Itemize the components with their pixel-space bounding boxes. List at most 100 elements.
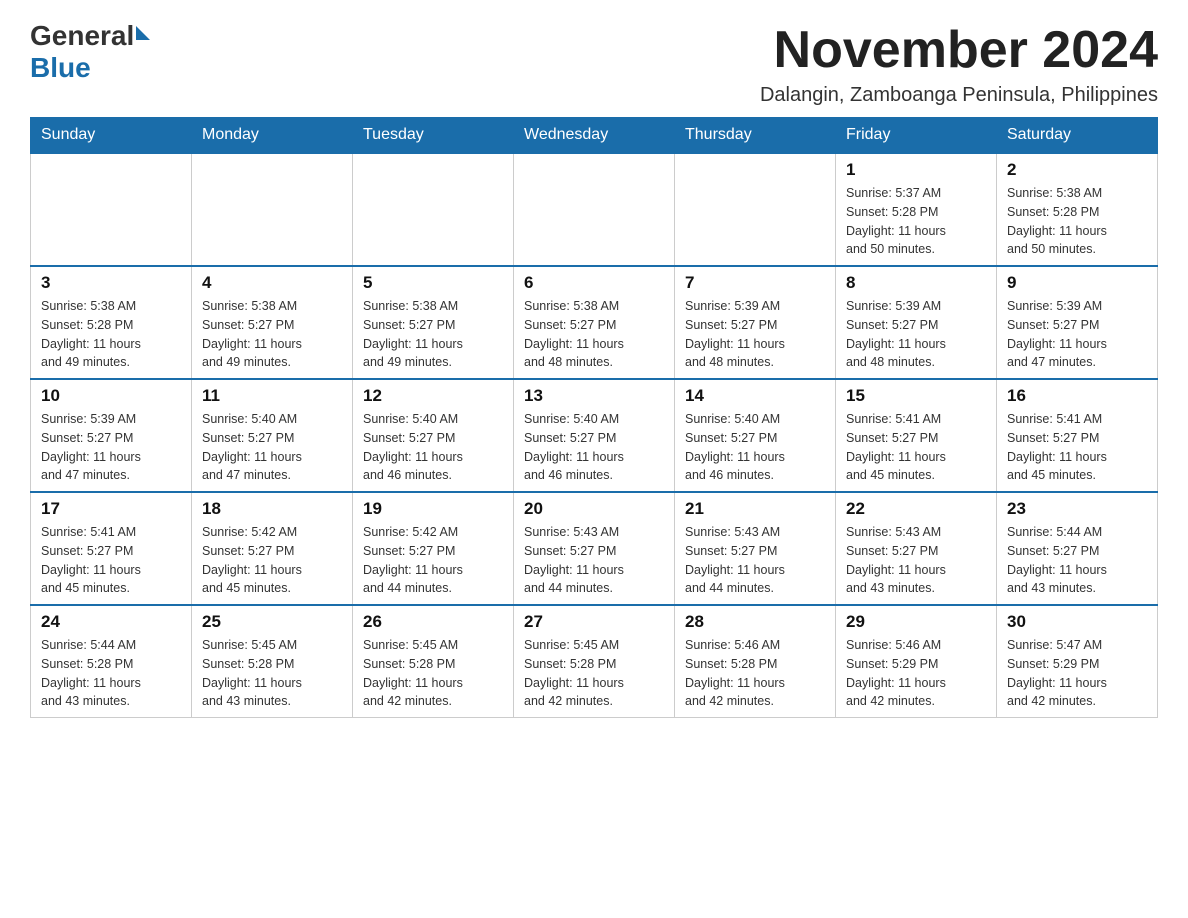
table-row (192, 153, 353, 266)
table-row: 17 Sunrise: 5:41 AMSunset: 5:27 PMDayligh… (31, 492, 192, 605)
day-info: Sunrise: 5:41 AMSunset: 5:27 PMDaylight:… (41, 523, 181, 598)
week-row-5: 24Sunrise: 5:44 AMSunset: 5:28 PMDayligh… (31, 605, 1158, 718)
table-row: 25Sunrise: 5:45 AMSunset: 5:28 PMDayligh… (192, 605, 353, 718)
day-number: 22 (846, 499, 986, 519)
table-row: 21Sunrise: 5:43 AMSunset: 5:27 PMDayligh… (675, 492, 836, 605)
table-row: 12 Sunrise: 5:40 AMSunset: 5:27 PMDayligh… (353, 379, 514, 492)
day-info: Sunrise: 5:41 AMSunset: 5:27 PMDaylight:… (1007, 410, 1147, 485)
table-row: 14Sunrise: 5:40 AMSunset: 5:27 PMDayligh… (675, 379, 836, 492)
day-number: 9 (1007, 273, 1147, 293)
day-info: Sunrise: 5:47 AMSunset: 5:29 PMDaylight:… (1007, 636, 1147, 711)
location-subtitle: Dalangin, Zamboanga Peninsula, Philippin… (760, 84, 1158, 107)
day-info: Sunrise: 5:46 AMSunset: 5:29 PMDaylight:… (846, 636, 986, 711)
week-row-3: 10Sunrise: 5:39 AMSunset: 5:27 PMDayligh… (31, 379, 1158, 492)
day-info: Sunrise: 5:41 AMSunset: 5:27 PMDaylight:… (846, 410, 986, 485)
day-number: 7 (685, 273, 825, 293)
calendar-table: Sunday Monday Tuesday Wednesday Thursday… (30, 117, 1158, 718)
day-number: 17 (41, 499, 181, 519)
day-number: 13 (524, 386, 664, 406)
day-number: 26 (363, 612, 503, 632)
table-row: 4 Sunrise: 5:38 AMSunset: 5:27 PMDaylight… (192, 266, 353, 379)
day-info: Sunrise: 5:46 AMSunset: 5:28 PMDaylight:… (685, 636, 825, 711)
week-row-1: 1Sunrise: 5:37 AMSunset: 5:28 PMDaylight… (31, 153, 1158, 266)
table-row: 8 Sunrise: 5:39 AMSunset: 5:27 PMDaylight… (836, 266, 997, 379)
day-info: Sunrise: 5:43 AMSunset: 5:27 PMDaylight:… (524, 523, 664, 598)
day-info: Sunrise: 5:42 AMSunset: 5:27 PMDaylight:… (202, 523, 342, 598)
day-info: Sunrise: 5:44 AMSunset: 5:27 PMDaylight:… (1007, 523, 1147, 598)
day-info: Sunrise: 5:40 AMSunset: 5:27 PMDaylight:… (524, 410, 664, 485)
day-info: Sunrise: 5:38 AMSunset: 5:27 PMDaylight:… (363, 297, 503, 372)
logo-general-text: General (30, 20, 134, 52)
table-row: 29Sunrise: 5:46 AMSunset: 5:29 PMDayligh… (836, 605, 997, 718)
table-row (675, 153, 836, 266)
day-number: 8 (846, 273, 986, 293)
day-info: Sunrise: 5:39 AMSunset: 5:27 PMDaylight:… (1007, 297, 1147, 372)
day-number: 5 (363, 273, 503, 293)
table-row: 15 Sunrise: 5:41 AMSunset: 5:27 PMDayligh… (836, 379, 997, 492)
table-row: 6Sunrise: 5:38 AMSunset: 5:27 PMDaylight… (514, 266, 675, 379)
day-info: Sunrise: 5:39 AMSunset: 5:27 PMDaylight:… (846, 297, 986, 372)
table-row: 5 Sunrise: 5:38 AMSunset: 5:27 PMDaylight… (353, 266, 514, 379)
table-row: 2 Sunrise: 5:38 AMSunset: 5:28 PMDaylight… (997, 153, 1158, 266)
col-sunday: Sunday (31, 118, 192, 154)
title-section: November 2024 Dalangin, Zamboanga Penins… (760, 20, 1158, 107)
table-row: 20Sunrise: 5:43 AMSunset: 5:27 PMDayligh… (514, 492, 675, 605)
logo: General Blue (30, 20, 150, 84)
day-number: 12 (363, 386, 503, 406)
day-number: 19 (363, 499, 503, 519)
week-row-2: 3 Sunrise: 5:38 AMSunset: 5:28 PMDaylight… (31, 266, 1158, 379)
table-row: 3 Sunrise: 5:38 AMSunset: 5:28 PMDaylight… (31, 266, 192, 379)
table-row: 9 Sunrise: 5:39 AMSunset: 5:27 PMDaylight… (997, 266, 1158, 379)
table-row: 1Sunrise: 5:37 AMSunset: 5:28 PMDaylight… (836, 153, 997, 266)
month-title: November 2024 (760, 20, 1158, 80)
table-row: 28 Sunrise: 5:46 AMSunset: 5:28 PMDayligh… (675, 605, 836, 718)
day-info: Sunrise: 5:40 AMSunset: 5:27 PMDaylight:… (202, 410, 342, 485)
day-info: Sunrise: 5:37 AMSunset: 5:28 PMDaylight:… (846, 184, 986, 259)
day-number: 21 (685, 499, 825, 519)
day-info: Sunrise: 5:38 AMSunset: 5:27 PMDaylight:… (202, 297, 342, 372)
day-info: Sunrise: 5:39 AMSunset: 5:27 PMDaylight:… (41, 410, 181, 485)
day-info: Sunrise: 5:45 AMSunset: 5:28 PMDaylight:… (202, 636, 342, 711)
table-row: 18 Sunrise: 5:42 AMSunset: 5:27 PMDayligh… (192, 492, 353, 605)
day-number: 18 (202, 499, 342, 519)
day-number: 15 (846, 386, 986, 406)
day-number: 11 (202, 386, 342, 406)
logo-blue-text: Blue (30, 52, 150, 84)
table-row: 24Sunrise: 5:44 AMSunset: 5:28 PMDayligh… (31, 605, 192, 718)
day-info: Sunrise: 5:39 AMSunset: 5:27 PMDaylight:… (685, 297, 825, 372)
table-row (353, 153, 514, 266)
day-info: Sunrise: 5:44 AMSunset: 5:28 PMDaylight:… (41, 636, 181, 711)
table-row (514, 153, 675, 266)
table-row: 23 Sunrise: 5:44 AMSunset: 5:27 PMDayligh… (997, 492, 1158, 605)
col-monday: Monday (192, 118, 353, 154)
table-row: 10Sunrise: 5:39 AMSunset: 5:27 PMDayligh… (31, 379, 192, 492)
day-info: Sunrise: 5:38 AMSunset: 5:28 PMDaylight:… (41, 297, 181, 372)
day-number: 16 (1007, 386, 1147, 406)
day-info: Sunrise: 5:38 AMSunset: 5:27 PMDaylight:… (524, 297, 664, 372)
day-number: 2 (1007, 160, 1147, 180)
day-info: Sunrise: 5:42 AMSunset: 5:27 PMDaylight:… (363, 523, 503, 598)
table-row: 30 Sunrise: 5:47 AMSunset: 5:29 PMDayligh… (997, 605, 1158, 718)
week-row-4: 17 Sunrise: 5:41 AMSunset: 5:27 PMDayligh… (31, 492, 1158, 605)
day-number: 27 (524, 612, 664, 632)
table-row: 11 Sunrise: 5:40 AMSunset: 5:27 PMDayligh… (192, 379, 353, 492)
day-info: Sunrise: 5:40 AMSunset: 5:27 PMDaylight:… (363, 410, 503, 485)
day-number: 4 (202, 273, 342, 293)
day-info: Sunrise: 5:43 AMSunset: 5:27 PMDaylight:… (846, 523, 986, 598)
day-info: Sunrise: 5:40 AMSunset: 5:27 PMDaylight:… (685, 410, 825, 485)
day-number: 28 (685, 612, 825, 632)
day-info: Sunrise: 5:45 AMSunset: 5:28 PMDaylight:… (363, 636, 503, 711)
col-tuesday: Tuesday (353, 118, 514, 154)
day-number: 23 (1007, 499, 1147, 519)
day-info: Sunrise: 5:45 AMSunset: 5:28 PMDaylight:… (524, 636, 664, 711)
table-row: 7 Sunrise: 5:39 AMSunset: 5:27 PMDaylight… (675, 266, 836, 379)
table-row: 13 Sunrise: 5:40 AMSunset: 5:27 PMDayligh… (514, 379, 675, 492)
day-number: 3 (41, 273, 181, 293)
table-row: 26 Sunrise: 5:45 AMSunset: 5:28 PMDayligh… (353, 605, 514, 718)
day-info: Sunrise: 5:38 AMSunset: 5:28 PMDaylight:… (1007, 184, 1147, 259)
col-friday: Friday (836, 118, 997, 154)
table-row: 27 Sunrise: 5:45 AMSunset: 5:28 PMDayligh… (514, 605, 675, 718)
day-number: 30 (1007, 612, 1147, 632)
col-wednesday: Wednesday (514, 118, 675, 154)
page-header: General Blue November 2024 Dalangin, Zam… (30, 20, 1158, 107)
